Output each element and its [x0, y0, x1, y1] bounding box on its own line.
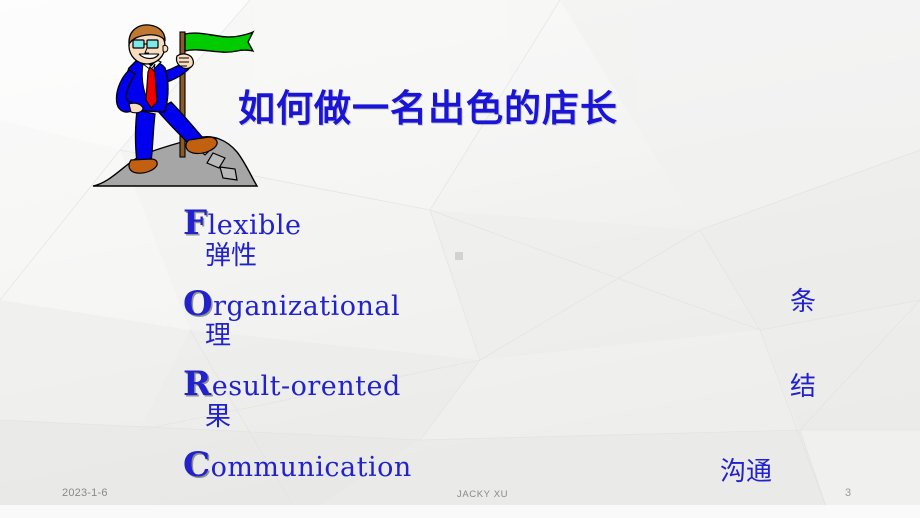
flag-banner	[184, 30, 255, 53]
list-item-chinese: 理	[205, 321, 232, 352]
list-item-initial: F	[183, 203, 208, 243]
page-title: 如何做一名出色的店长	[238, 86, 618, 130]
list-item: Result-orented 果	[183, 364, 613, 433]
list-item-initial: O	[183, 283, 214, 324]
list-item: Flexible 弹性	[183, 203, 613, 272]
list-item-english: Flexible	[183, 203, 613, 243]
list-item: Organizational 理	[183, 283, 613, 353]
body-content-list: Flexible 弹性 Organizational 理 Result-oren…	[183, 203, 613, 498]
right-column-item: 条	[790, 287, 817, 317]
list-item-rest: rganizational	[213, 290, 401, 322]
right-column-list: 条 结 沟通	[700, 206, 910, 488]
list-item-rest: ommunication	[210, 451, 412, 483]
list-item-chinese: 弹性	[205, 240, 258, 271]
necktie	[145, 65, 158, 109]
footer-date: 2023-1-6	[62, 487, 108, 499]
right-column-item: 结	[790, 372, 817, 402]
left-leg	[134, 109, 156, 163]
list-item-rest: lexible	[207, 210, 302, 241]
right-column-item	[700, 206, 910, 281]
footer-page-number: 3	[845, 487, 852, 499]
list-item-english: Result-orented	[183, 364, 613, 405]
list-item: Communication	[183, 444, 613, 485]
list-item-english: Communication	[183, 444, 613, 485]
presentation-slide: 如何做一名出色的店长 Flexible 弹性 Organizational 理 …	[0, 0, 920, 518]
footer-author: JACKY XU	[457, 489, 509, 500]
list-item-initial: C	[183, 444, 211, 485]
list-item-rest: esult-orented	[211, 371, 401, 403]
right-column-item: 沟通	[720, 457, 773, 487]
list-item-chinese: 果	[205, 401, 232, 432]
list-item-english: Organizational	[183, 283, 613, 324]
list-item-initial: R	[183, 364, 212, 405]
